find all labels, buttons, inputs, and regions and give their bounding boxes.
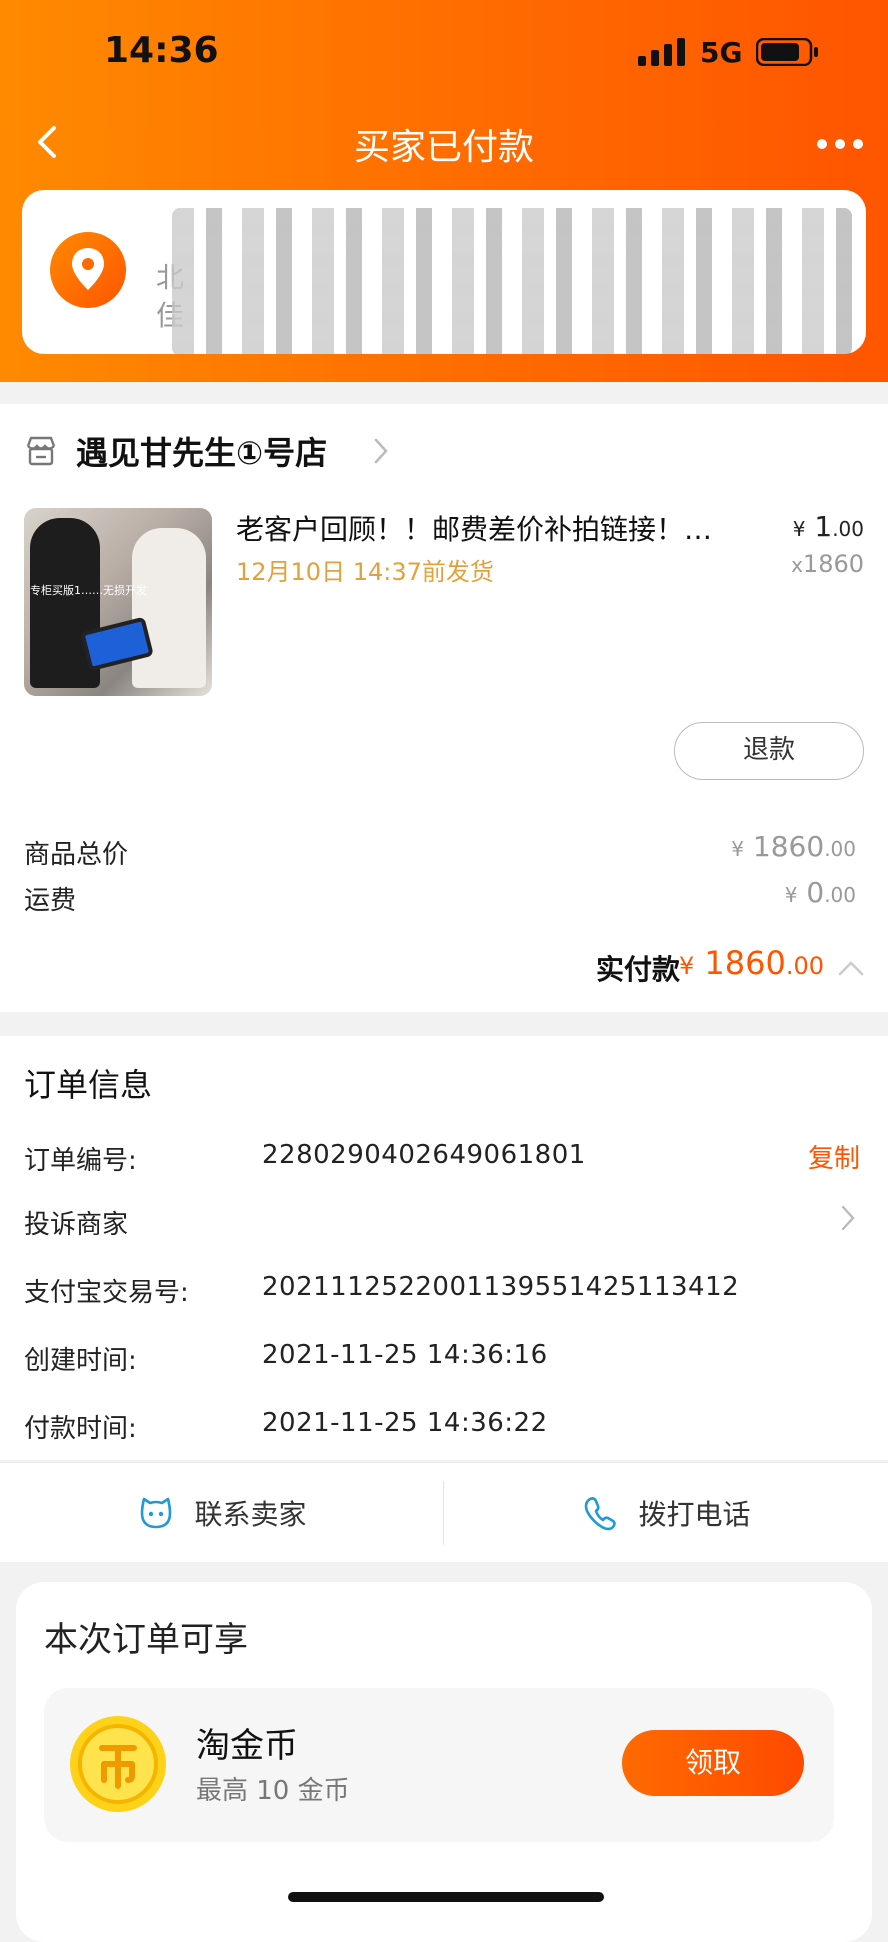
location-pin-icon — [50, 232, 126, 308]
paid-int: 1860 — [704, 944, 786, 982]
coin-name: 淘金币 — [196, 1726, 298, 1766]
signal-icon — [638, 38, 685, 66]
paid-dec: .00 — [785, 952, 824, 980]
more-dots-icon[interactable] — [816, 138, 864, 150]
chevron-right-icon[interactable] — [372, 436, 390, 466]
coin-subtitle: 最高 10 金币 — [196, 1776, 350, 1806]
product-title[interactable]: 老客户回顾！！邮费差价补拍链接！… — [236, 508, 756, 548]
product-thumbnail[interactable]: 专柜买版1……无损开发 — [24, 508, 212, 696]
shipping-fee-label: 运费 — [24, 886, 77, 916]
contact-seller-label: 联系卖家 — [194, 1498, 307, 1531]
benefits-title: 本次订单可享 — [44, 1620, 248, 1660]
thumb-caption: 专柜买版1……无损开发 — [30, 584, 147, 597]
price-int: 1 — [814, 510, 833, 543]
product-price: ¥ 1.00 — [793, 510, 864, 543]
call-phone-button[interactable]: 拨打电话 — [444, 1463, 887, 1563]
contact-bar: 联系卖家 拨打电话 — [0, 1462, 888, 1562]
claim-button[interactable]: 领取 — [622, 1730, 804, 1796]
status-bar: 14:36 5G — [0, 0, 888, 104]
order-info-title: 订单信息 — [24, 1066, 153, 1104]
paid-currency: ¥ — [678, 952, 695, 980]
goods-dec: .00 — [824, 837, 856, 861]
order-benefits-card: 本次订单可享 淘金币 最高 10 金币 领取 — [16, 1582, 872, 1942]
product-quantity: x1860 — [791, 550, 864, 578]
created-time-label: 创建时间: — [24, 1346, 137, 1376]
chevron-up-icon[interactable] — [836, 958, 866, 978]
shop-name[interactable]: 遇见甘先生①号店 — [76, 428, 327, 474]
created-time-value: 2021-11-25 14:36:16 — [262, 1340, 548, 1370]
contact-seller-button[interactable]: 联系卖家 — [0, 1463, 443, 1563]
page-title: 买家已付款 — [353, 127, 534, 168]
chat-bubble-icon — [141, 1497, 172, 1529]
thumb-person-right — [132, 528, 206, 688]
address-card[interactable]: 北 佳 — [22, 190, 866, 354]
qty-prefix: x — [791, 553, 803, 577]
goods-total-label: 商品总价 — [24, 840, 129, 870]
price-currency: ¥ — [792, 517, 806, 541]
goods-total-value: ¥ 1860.00 — [731, 830, 856, 863]
paid-time-label: 付款时间: — [24, 1414, 137, 1444]
paid-amount-label: 实付款 — [595, 953, 680, 986]
paid-time-value: 2021-11-25 14:36:22 — [262, 1408, 548, 1438]
address-mosaic-redaction — [172, 208, 852, 354]
alipay-trade-label: 支付宝交易号: — [24, 1278, 189, 1308]
order-number-value: 2280290402649061801 — [262, 1140, 586, 1170]
shipping-deadline: 12月10日 14:37前发货 — [236, 558, 494, 586]
goods-int: 1860 — [752, 830, 825, 863]
goods-currency: ¥ — [731, 837, 745, 861]
call-phone-label: 拨打电话 — [638, 1498, 751, 1531]
gold-coin-icon — [70, 1716, 166, 1812]
order-number-label: 订单编号: — [24, 1146, 137, 1176]
shipping-dec: .00 — [824, 883, 856, 907]
copy-button[interactable]: 复制 — [808, 1138, 860, 1175]
complain-seller-link[interactable]: 投诉商家 — [24, 1204, 128, 1241]
refund-button[interactable]: 退款 — [674, 722, 864, 780]
home-indicator[interactable] — [288, 1892, 604, 1902]
alipay-trade-value: 2021112522001139551425113412 — [262, 1272, 740, 1302]
order-info-card: 订单信息 订单编号: 2280290402649061801 复制 投诉商家 支… — [0, 1036, 888, 1460]
battery-icon — [756, 38, 818, 66]
status-time: 14:36 — [104, 30, 219, 71]
shop-order-card: 遇见甘先生①号店 专柜买版1……无损开发 老客户回顾！！邮费差价补拍链接！… 1… — [0, 404, 888, 1012]
price-dec: .00 — [832, 517, 864, 541]
network-label: 5G — [700, 36, 743, 69]
shipping-fee-value: ¥ 0.00 — [785, 876, 856, 909]
shipping-currency: ¥ — [784, 883, 798, 907]
gold-coin-row: 淘金币 最高 10 金币 领取 — [44, 1688, 834, 1842]
shipping-int: 0 — [806, 876, 825, 909]
qty-value: 1860 — [802, 550, 864, 578]
shop-icon — [26, 436, 56, 466]
paid-amount-value: ¥ 1860.00 — [679, 944, 824, 982]
phone-icon — [585, 1497, 617, 1531]
chevron-right-icon[interactable] — [840, 1204, 856, 1232]
nav-bar: 买家已付款 — [0, 104, 888, 180]
